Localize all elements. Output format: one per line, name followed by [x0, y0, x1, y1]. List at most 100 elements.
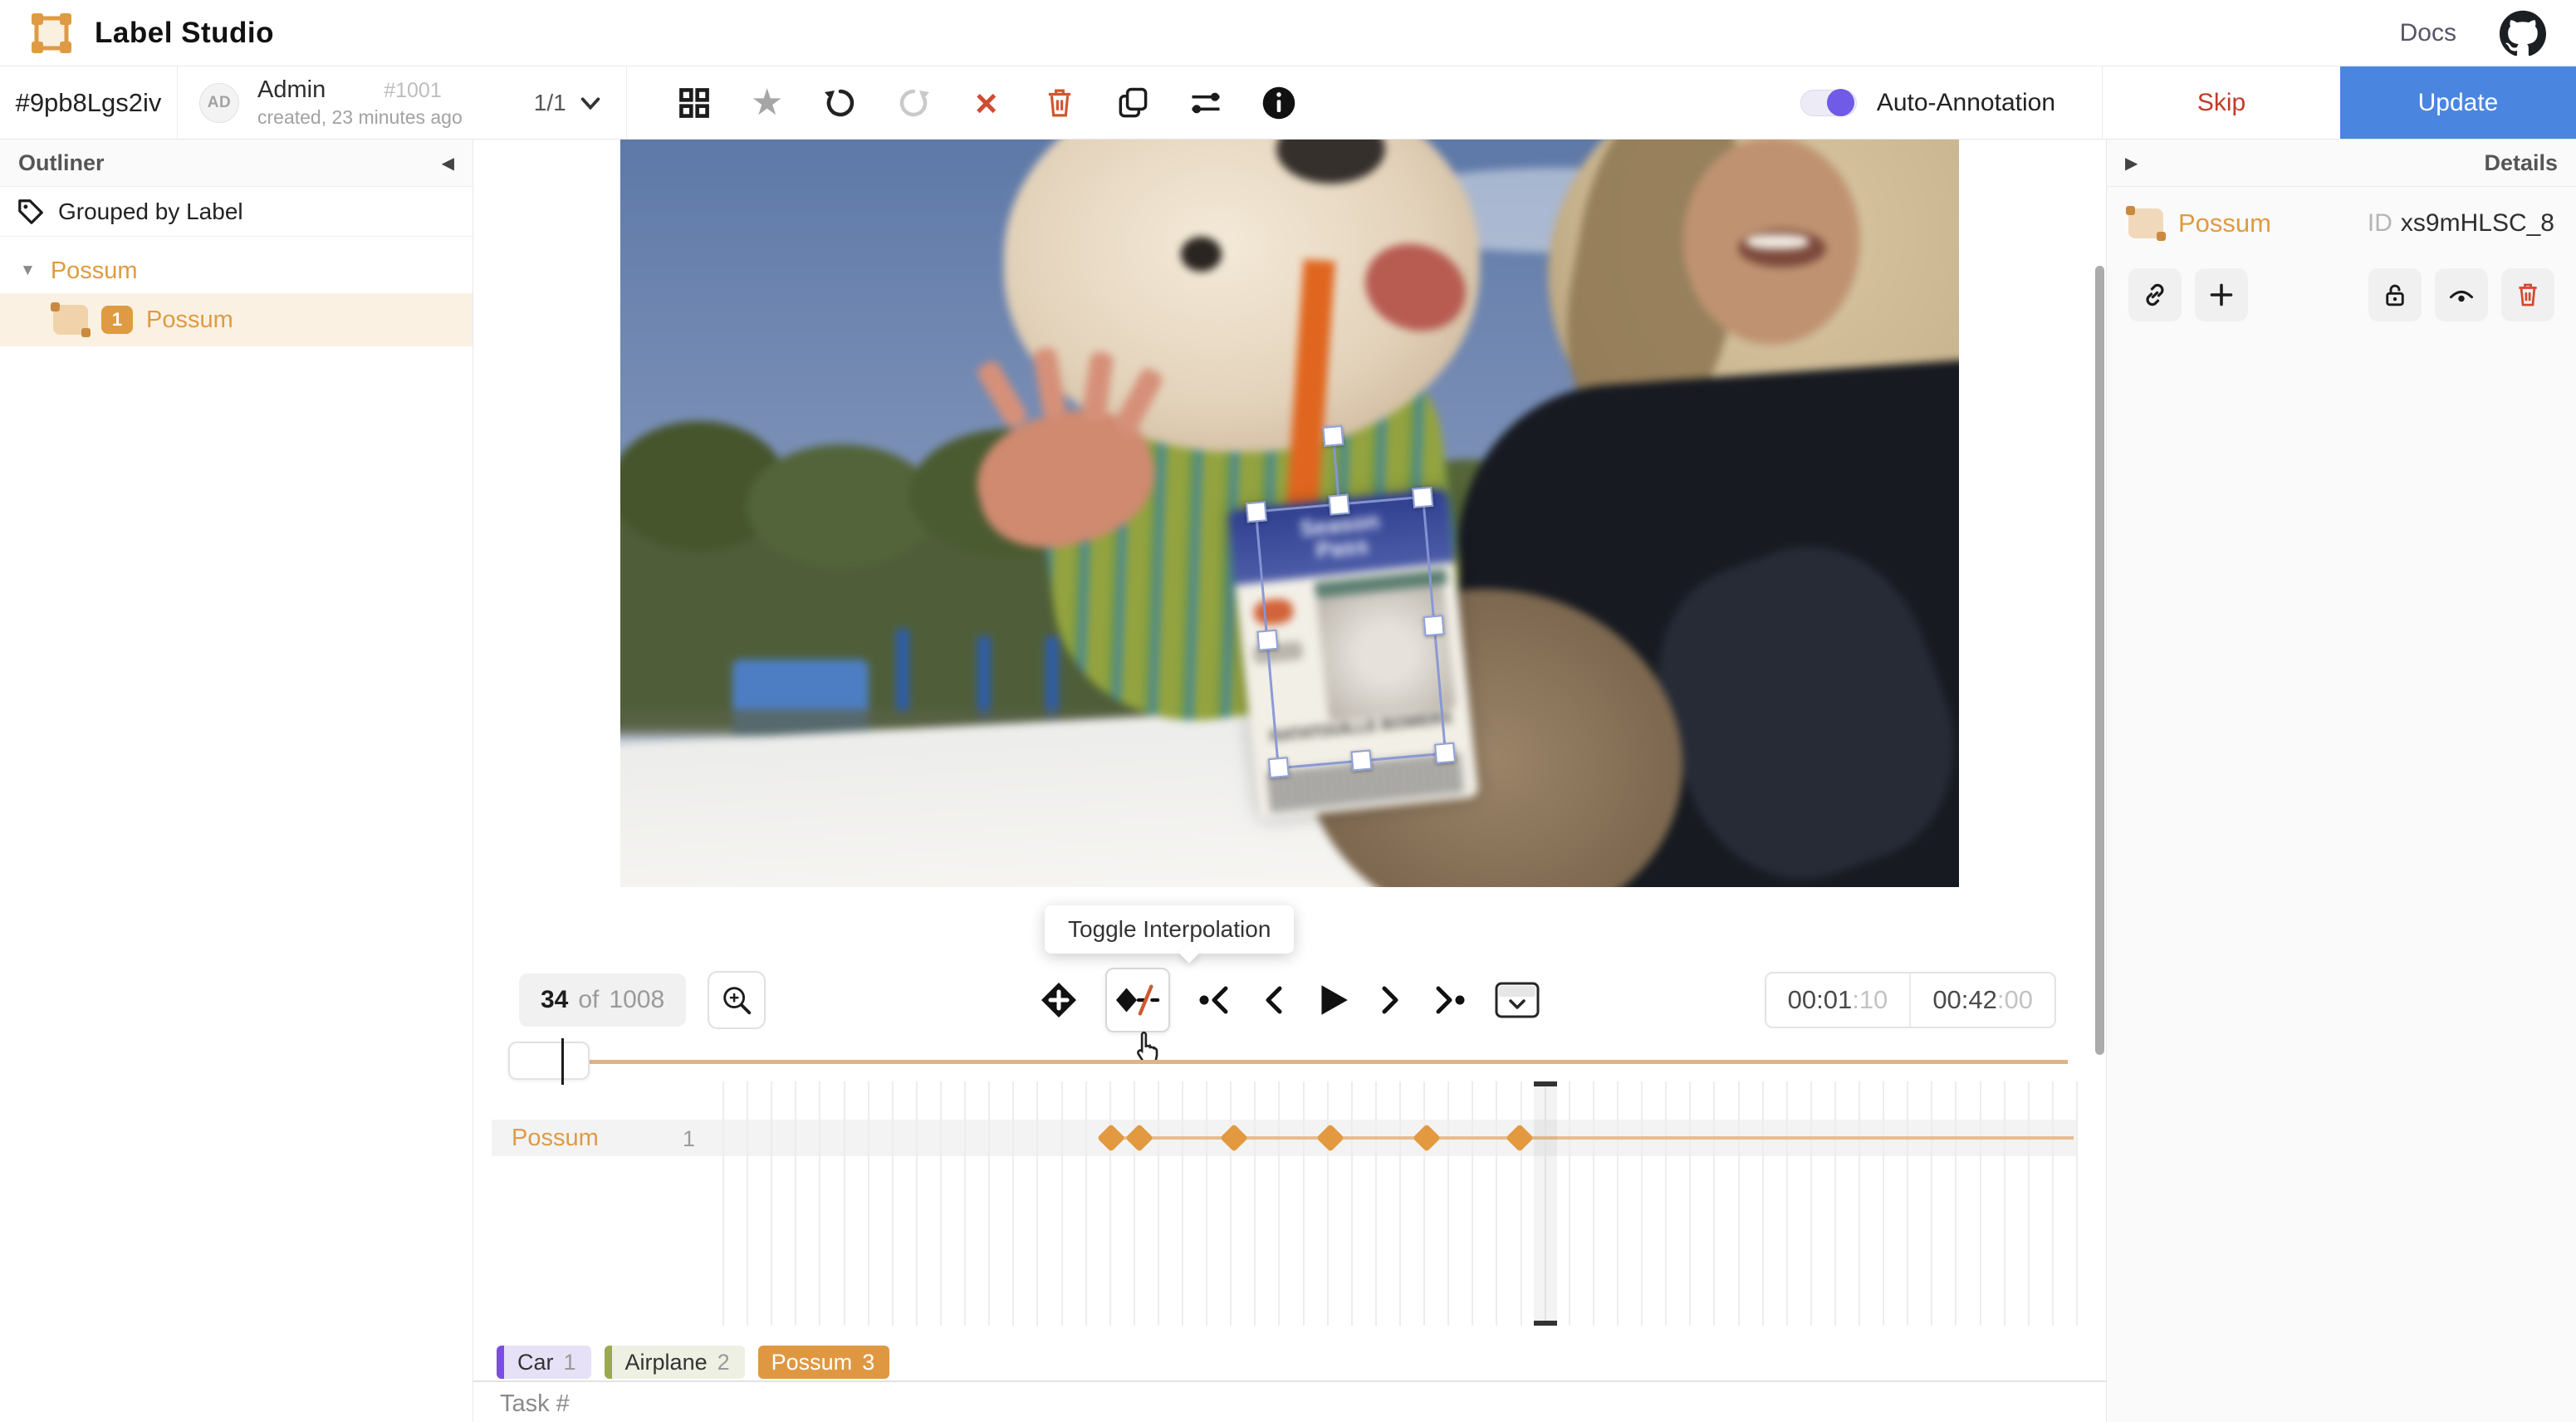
next-keyframe-icon — [1431, 982, 1467, 1018]
region-index-badge: 1 — [101, 306, 133, 334]
prev-keyframe-icon — [1197, 982, 1233, 1018]
video-frame[interactable]: Season Pass RATATOUILLE BOWERS — [620, 140, 1959, 887]
seek-playhead[interactable] — [561, 1038, 564, 1085]
region-bbox-icon — [53, 305, 88, 335]
seekbar[interactable] — [508, 1040, 2068, 1083]
chevron-down-icon — [578, 93, 603, 113]
lock-icon — [2382, 282, 2408, 308]
zoom-in-icon — [719, 983, 754, 1017]
info-icon — [1261, 85, 1297, 121]
delete-annotation-button[interactable] — [1039, 82, 1080, 124]
vertical-scrollbar[interactable] — [2095, 266, 2104, 1055]
track-label[interactable]: Possum — [512, 1125, 599, 1152]
delete-region-button[interactable] — [2501, 268, 2554, 321]
keyframe-diamond[interactable] — [1506, 1124, 1534, 1152]
outliner-panel: Outliner ◀ Grouped by Label ▼ Possum 1 P… — [0, 140, 473, 1422]
details-title: Details — [2484, 150, 2558, 176]
github-icon[interactable] — [2500, 10, 2546, 56]
region-item-possum[interactable]: 1 Possum — [0, 293, 473, 346]
current-time[interactable]: 00:01:10 — [1766, 973, 1910, 1027]
duplicate-button[interactable] — [1112, 82, 1153, 124]
keyframe-diamond[interactable] — [1097, 1124, 1125, 1152]
grouping-selector[interactable]: Grouped by Label — [0, 187, 473, 237]
keyframe-add-icon — [1039, 980, 1079, 1020]
total-time: 00:42:00 — [1909, 973, 2054, 1027]
caret-down-icon[interactable]: ▼ — [20, 262, 36, 280]
info-button[interactable] — [1258, 82, 1300, 124]
bbox-handle[interactable] — [1256, 630, 1278, 651]
undo-button[interactable] — [820, 82, 861, 124]
visibility-button[interactable] — [2435, 268, 2488, 321]
label-chip-car[interactable]: Car 1 — [497, 1346, 591, 1379]
divider — [473, 1380, 2106, 1382]
auto-annotation-toggle[interactable] — [1800, 90, 1857, 116]
tree-group-possum[interactable]: ▼ Possum — [0, 248, 473, 293]
toggle-interpolation-button[interactable] — [1105, 968, 1170, 1032]
play-icon — [1313, 981, 1351, 1019]
collapse-panel-icon[interactable]: ◀ — [442, 153, 454, 174]
collapse-timeline-button[interactable] — [1494, 981, 1540, 1019]
chevron-left-icon — [1260, 982, 1286, 1018]
task-id: #9pb8Lgs2iv — [0, 66, 178, 139]
task-number-label: Task # — [500, 1390, 570, 1418]
details-panel: ▶ Details Possum IDxs9mHLSC_8 — [2106, 140, 2576, 1422]
label-chip-airplane[interactable]: Airplane 2 — [605, 1346, 745, 1379]
current-frame[interactable]: 34 — [541, 986, 568, 1014]
track-region-count: 1 — [683, 1126, 695, 1152]
auto-annotation-control: Auto-Annotation — [1800, 66, 2102, 139]
tag-icon — [17, 198, 45, 226]
chevron-right-icon — [1378, 982, 1404, 1018]
region-bbox-icon — [2128, 208, 2163, 238]
outliner-title: Outliner — [18, 150, 105, 176]
next-frame-button[interactable] — [1378, 982, 1404, 1018]
seek-line — [531, 1060, 2068, 1064]
undo-icon — [822, 85, 859, 121]
prev-keyframe-button[interactable] — [1197, 982, 1233, 1018]
bbox-handle[interactable] — [1246, 502, 1267, 523]
ground-truth-button[interactable]: ★ — [747, 82, 788, 124]
keyframe-diamond[interactable] — [1413, 1124, 1441, 1152]
keyframe-diamond[interactable] — [1125, 1124, 1153, 1152]
grid-view-button[interactable] — [673, 82, 715, 124]
create-relation-button[interactable] — [2128, 268, 2182, 321]
skip-button[interactable]: Skip — [2102, 66, 2340, 139]
toggle-knob — [1827, 89, 1854, 116]
play-button[interactable] — [1313, 981, 1351, 1019]
expand-panel-icon[interactable]: ▶ — [2125, 153, 2138, 174]
bbox-handle[interactable] — [1351, 750, 1373, 772]
annotation-pagination[interactable]: 1/1 — [484, 66, 627, 139]
keyframe-diamond[interactable] — [1220, 1124, 1248, 1152]
zoom-frame-button[interactable] — [708, 971, 766, 1029]
docs-link[interactable]: Docs — [2400, 19, 2456, 47]
bbox-rotation-handle[interactable] — [1323, 425, 1344, 447]
add-keyframe-button[interactable] — [1039, 980, 1079, 1020]
prev-frame-button[interactable] — [1260, 982, 1286, 1018]
settings-button[interactable] — [1185, 82, 1227, 124]
author-name: Admin — [257, 76, 326, 104]
timeline-playhead[interactable] — [1534, 1081, 1557, 1326]
bounding-box[interactable] — [1255, 496, 1447, 770]
region-item-label: Possum — [146, 306, 233, 334]
annotation-id: #1001 — [384, 79, 442, 103]
add-meta-button[interactable] — [2195, 268, 2248, 321]
bbox-handle[interactable] — [1434, 743, 1456, 764]
bbox-handle[interactable] — [1412, 487, 1433, 508]
collapse-box-icon — [1494, 981, 1540, 1019]
timeline-grid[interactable] — [722, 1081, 2076, 1326]
keyframe-diamond[interactable] — [1316, 1124, 1344, 1152]
bbox-handle[interactable] — [1329, 494, 1350, 516]
next-keyframe-button[interactable] — [1431, 982, 1467, 1018]
time-display[interactable]: 00:01:10 00:42:00 — [1765, 972, 2056, 1028]
tooltip-text: Toggle Interpolation — [1068, 916, 1271, 942]
seek-window-handle[interactable] — [508, 1042, 590, 1080]
app-title: Label Studio — [95, 17, 274, 50]
page-count: 1/1 — [534, 90, 566, 116]
frame-counter[interactable]: 34 of 1008 — [519, 973, 686, 1027]
redo-button[interactable] — [893, 82, 934, 124]
reject-button[interactable]: × — [966, 82, 1007, 124]
lock-region-button[interactable] — [2368, 268, 2422, 321]
bbox-handle[interactable] — [1268, 758, 1290, 779]
bbox-handle[interactable] — [1423, 615, 1444, 636]
update-button[interactable]: Update — [2340, 66, 2576, 139]
label-chip-possum[interactable]: Possum 3 — [758, 1346, 890, 1379]
